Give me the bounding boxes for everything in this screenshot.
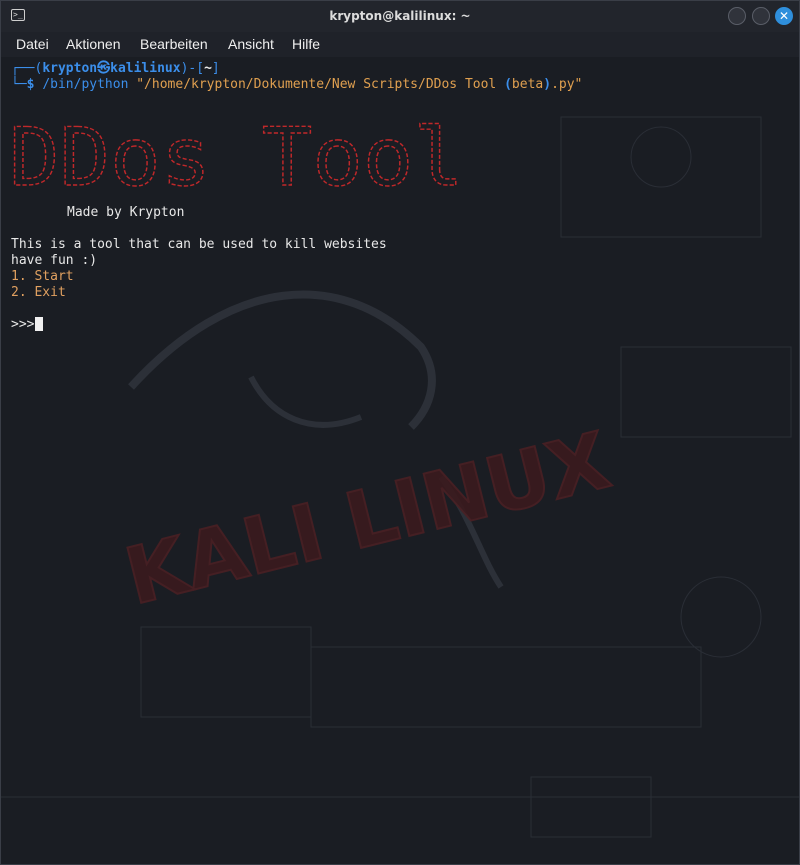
prompt-host: kalilinux xyxy=(110,61,181,76)
minimize-button[interactable] xyxy=(728,7,746,25)
kali-logo-text: KALI LINUX xyxy=(116,415,619,624)
banner-text: DDos Tool xyxy=(9,121,464,201)
prompt-at: ㉿ xyxy=(97,61,111,76)
command-arg-beta: beta xyxy=(511,77,544,92)
option-exit: 2. Exit xyxy=(11,285,66,300)
menu-bearbeiten[interactable]: Bearbeiten xyxy=(140,36,208,52)
menu-ansicht[interactable]: Ansicht xyxy=(228,36,274,52)
text-cursor[interactable] xyxy=(35,317,43,331)
menu-aktionen[interactable]: Aktionen xyxy=(66,36,120,52)
ddos-tool-banner: DDos Tool xyxy=(9,121,465,201)
terminal-output[interactable]: KALI LINUX ┌──(krypton㉿kalilinux)-[~] └─… xyxy=(1,57,799,864)
close-icon: ✕ xyxy=(778,9,790,23)
option-start: 1. Start xyxy=(11,269,74,284)
prompt-line-2: └─$ /bin/python "/home/krypton/Dokumente… xyxy=(11,77,582,93)
description-line-2: have fun :) xyxy=(11,253,98,268)
prompt-dir: ~ xyxy=(204,61,212,76)
dragon-shape xyxy=(128,290,436,430)
command-arg-paren-open: ( xyxy=(504,77,512,92)
prompt-bracket-open: ┌──( xyxy=(11,61,43,76)
prompt-bracket-close: ] xyxy=(211,61,220,76)
prompt-user: krypton xyxy=(42,61,98,76)
command-arg: "/home/krypton/Dokumente/New Scripts/DDo… xyxy=(136,77,505,92)
command-arg-paren-close: ) xyxy=(543,77,552,92)
prompt-mid: )-[ xyxy=(180,61,205,76)
title-bar[interactable]: >_ krypton@kalilinux: ~ ✕ xyxy=(1,1,799,33)
input-prompt: >>> xyxy=(11,317,35,332)
menu-bar: Datei Aktionen Bearbeiten Ansicht Hilfe xyxy=(1,32,799,57)
close-button[interactable]: ✕ xyxy=(775,7,793,25)
description-line-1: This is a tool that can be used to kill … xyxy=(11,237,387,252)
prompt-line-1: ┌──(krypton㉿kalilinux)-[~] xyxy=(11,61,220,77)
menu-hilfe[interactable]: Hilfe xyxy=(292,36,320,52)
prompt-prefix: └─ xyxy=(11,77,27,92)
maximize-button[interactable] xyxy=(752,7,770,25)
svg-text:KALI LINUX: KALI LINUX xyxy=(117,416,618,623)
terminal-window: >_ krypton@kalilinux: ~ ✕ Datei Aktionen… xyxy=(0,0,800,865)
command-arg-end: .py" xyxy=(551,77,583,92)
window-title: krypton@kalilinux: ~ xyxy=(329,9,471,23)
command: /bin/python xyxy=(42,77,129,92)
menu-datei[interactable]: Datei xyxy=(16,36,49,52)
prompt-dollar: $ xyxy=(26,77,35,92)
made-by-text: Made by Krypton xyxy=(67,205,185,220)
